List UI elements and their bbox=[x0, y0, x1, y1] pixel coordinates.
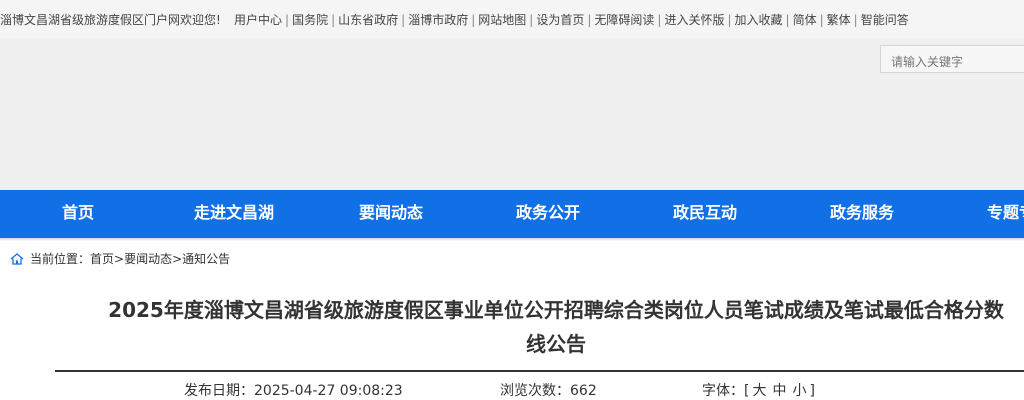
breadcrumb-separator: > bbox=[172, 252, 183, 266]
article-title-line2: 线公告 bbox=[526, 332, 586, 356]
separator: | bbox=[471, 13, 476, 27]
link-state-council[interactable]: 国务院 bbox=[292, 13, 328, 27]
nav-item-about[interactable]: 走进文昌湖 bbox=[194, 190, 274, 238]
publish-date-label: 发布日期： bbox=[184, 383, 254, 399]
separator: | bbox=[285, 13, 290, 27]
separator: | bbox=[529, 13, 534, 27]
link-add-favorite[interactable]: 加入收藏 bbox=[735, 13, 783, 27]
link-accessibility[interactable]: 无障碍阅读 bbox=[594, 13, 654, 27]
link-user-center[interactable]: 用户中心 bbox=[234, 13, 282, 27]
nav-item-interaction[interactable]: 政民互动 bbox=[673, 190, 737, 238]
breadcrumb-separator: > bbox=[114, 252, 125, 266]
separator: | bbox=[657, 13, 662, 27]
separator: | bbox=[727, 13, 732, 27]
bracket-open: [ bbox=[744, 383, 750, 399]
publish-date: 发布日期：2025-04-27 09:08:23 bbox=[184, 380, 403, 400]
font-size-label: 字体： bbox=[702, 383, 744, 399]
link-sitemap[interactable]: 网站地图 bbox=[478, 13, 526, 27]
view-count: 浏览次数：662 bbox=[500, 380, 597, 400]
view-count-label: 浏览次数： bbox=[500, 383, 570, 399]
nav-item-gov-affairs[interactable]: 政务公开 bbox=[516, 190, 580, 238]
home-icon bbox=[10, 253, 24, 265]
nav-shadow bbox=[0, 238, 1024, 241]
link-simplified[interactable]: 简体 bbox=[793, 13, 817, 27]
nav-item-services[interactable]: 政务服务 bbox=[830, 190, 894, 238]
breadcrumb-notices[interactable]: 通知公告 bbox=[182, 252, 230, 266]
font-size-medium[interactable]: 中 bbox=[772, 383, 786, 399]
top-links: 用户中心 | 国务院 | 山东省政府 | 淄博市政府 | 网站地图 | 设为首页 | 无障碍阅读 | 进入关… bbox=[234, 11, 909, 28]
breadcrumb: 当前位置：首页>要闻动态>通知公告 bbox=[10, 250, 230, 266]
breadcrumb-prefix: 当前位置： bbox=[30, 252, 91, 266]
separator: | bbox=[587, 13, 592, 27]
header-banner bbox=[0, 38, 1024, 190]
bracket-close: ] bbox=[809, 383, 815, 399]
nav-item-news[interactable]: 要闻动态 bbox=[359, 190, 423, 238]
article-title-line1: 2025年度淄博文昌湖省级旅游度假区事业单位公开招聘综合类岗位人员笔试成绩及笔试… bbox=[108, 298, 1004, 322]
separator: | bbox=[401, 13, 406, 27]
separator: | bbox=[331, 13, 336, 27]
font-size-large[interactable]: 大 bbox=[752, 383, 766, 399]
top-bar: 淄博文昌湖省级旅游度假区门户网欢迎您! 用户中心 | 国务院 | 山东省政府 | 淄博市政府… bbox=[0, 0, 1024, 38]
link-zibo-gov[interactable]: 淄博市政府 bbox=[408, 13, 468, 27]
welcome-text: 淄博文昌湖省级旅游度假区门户网欢迎您! bbox=[0, 13, 221, 27]
breadcrumb-home[interactable]: 首页 bbox=[90, 252, 114, 266]
nav-item-home[interactable]: 首页 bbox=[62, 190, 94, 238]
link-care-mode[interactable]: 进入关怀版 bbox=[664, 13, 724, 27]
font-size-control: 字体：[大中小] bbox=[702, 380, 815, 400]
search-input[interactable] bbox=[880, 45, 1024, 73]
separator: | bbox=[819, 13, 824, 27]
link-traditional[interactable]: 繁体 bbox=[827, 13, 851, 27]
link-smart-qa[interactable]: 智能问答 bbox=[861, 13, 909, 27]
separator: | bbox=[853, 13, 858, 27]
font-size-small[interactable]: 小 bbox=[792, 383, 806, 399]
separator: | bbox=[785, 13, 790, 27]
breadcrumb-news[interactable]: 要闻动态 bbox=[124, 252, 172, 266]
link-shandong-gov[interactable]: 山东省政府 bbox=[338, 13, 398, 27]
view-count-value: 662 bbox=[570, 383, 597, 399]
publish-date-value: 2025-04-27 09:08:23 bbox=[254, 383, 403, 399]
main-nav: 首页 走进文昌湖 要闻动态 政务公开 政民互动 政务服务 专题专 bbox=[0, 190, 1024, 238]
title-divider bbox=[55, 370, 1024, 372]
link-set-homepage[interactable]: 设为首页 bbox=[536, 13, 584, 27]
nav-item-topics[interactable]: 专题专 bbox=[987, 190, 1024, 238]
article-title: 2025年度淄博文昌湖省级旅游度假区事业单位公开招聘综合类岗位人员笔试成绩及笔试… bbox=[56, 293, 1024, 361]
